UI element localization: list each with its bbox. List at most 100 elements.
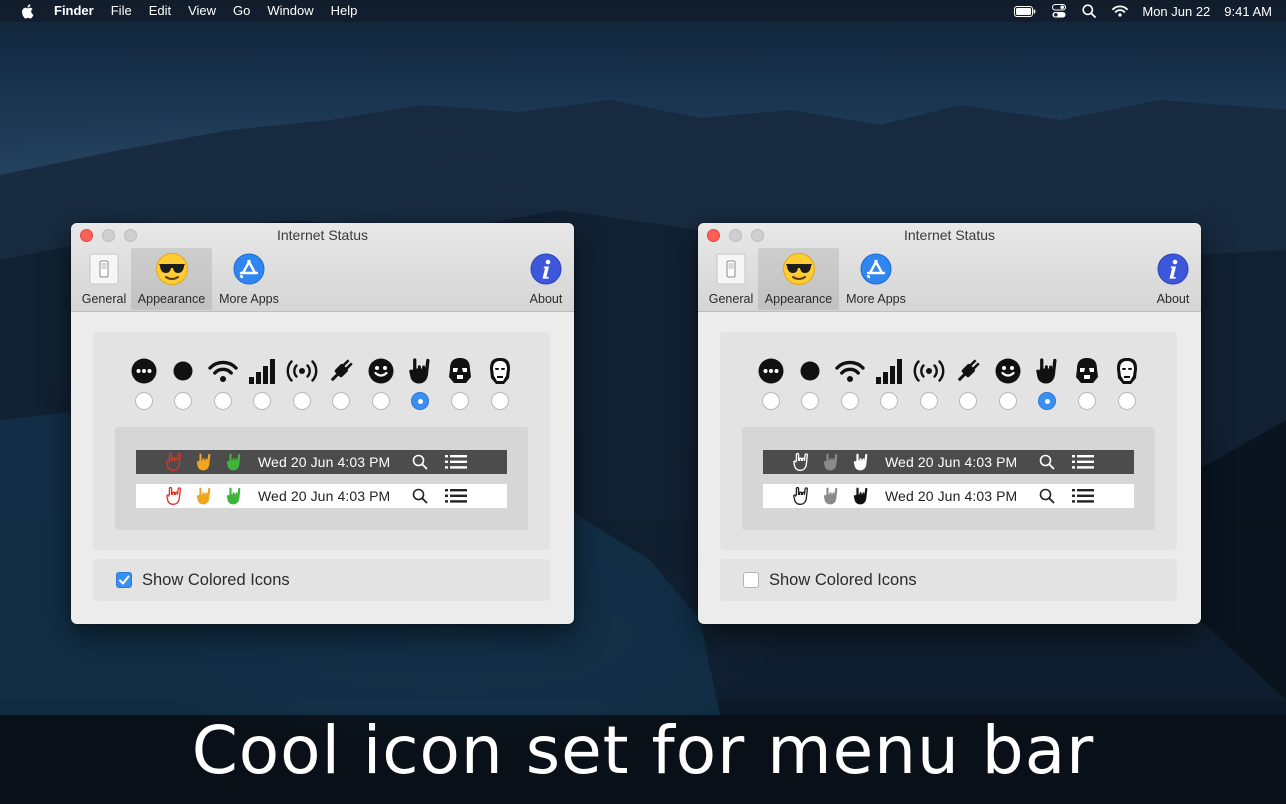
icon-style-panel: Wed 20 Jun 4:03 PM Wed 20 Jun 4:03 PM <box>93 332 550 550</box>
icon-option-smiley[interactable] <box>361 354 401 414</box>
radio-dots-face[interactable] <box>135 392 153 410</box>
menu-edit[interactable]: Edit <box>149 0 171 22</box>
control-center-icon[interactable] <box>1052 4 1067 18</box>
smiley-icon <box>361 356 401 386</box>
tab-more-apps[interactable]: More Apps <box>213 248 285 310</box>
radio-signal-bars[interactable] <box>880 392 898 410</box>
show-colored-icons-row[interactable]: Show Colored Icons <box>720 559 1177 601</box>
menu-go[interactable]: Go <box>233 0 250 22</box>
tab-general[interactable]: General <box>77 248 131 310</box>
icon-style-panel: Wed 20 Jun 4:03 PM Wed 20 Jun 4:03 PM <box>720 332 1177 550</box>
tab-general[interactable]: General <box>704 248 758 310</box>
radio-wifi[interactable] <box>214 392 232 410</box>
info-icon <box>529 252 563 286</box>
show-colored-icons-row[interactable]: Show Colored Icons <box>93 559 550 601</box>
menu-view[interactable]: View <box>188 0 216 22</box>
show-colored-icons-checkbox[interactable] <box>743 572 759 588</box>
radio-iron-man[interactable] <box>1118 392 1136 410</box>
icon-option-rock-hand[interactable] <box>1027 354 1067 414</box>
dot-icon <box>163 356 203 386</box>
icon-option-dot[interactable] <box>163 354 203 414</box>
icon-option-dot[interactable] <box>790 354 830 414</box>
tab-more-apps-label: More Apps <box>219 292 279 306</box>
menu-window[interactable]: Window <box>267 0 313 22</box>
radio-broadcast[interactable] <box>920 392 938 410</box>
menu-help[interactable]: Help <box>331 0 358 22</box>
tab-about[interactable]: About <box>523 248 569 310</box>
battery-icon[interactable] <box>1014 5 1036 17</box>
menubar-date[interactable]: Mon Jun 22 <box>1142 4 1210 19</box>
menubar-time[interactable]: 9:41 AM <box>1224 4 1272 19</box>
icon-option-broadcast[interactable] <box>282 354 322 414</box>
sunglasses-emoji-icon <box>155 252 189 286</box>
window-toolbar: Internet Status General Appearance More … <box>71 223 574 312</box>
gray-hand-icon <box>820 486 841 506</box>
icon-option-plug[interactable] <box>948 354 988 414</box>
tab-about[interactable]: About <box>1150 248 1196 310</box>
radio-stormtrooper[interactable] <box>451 392 469 410</box>
icon-option-dots-face[interactable] <box>751 354 791 414</box>
tab-more-apps-label: More Apps <box>846 292 906 306</box>
light-switch-icon <box>714 252 748 286</box>
show-colored-icons-label: Show Colored Icons <box>142 570 290 589</box>
icon-option-signal-bars[interactable] <box>242 354 282 414</box>
preferences-window-monochrome: Internet Status General Appearance More … <box>698 223 1201 624</box>
signal-bars-icon <box>869 356 909 386</box>
menu-app-name[interactable]: Finder <box>54 0 94 22</box>
icon-option-stormtrooper[interactable] <box>1067 354 1107 414</box>
radio-wifi[interactable] <box>841 392 859 410</box>
icon-option-broadcast[interactable] <box>909 354 949 414</box>
icon-option-iron-man[interactable] <box>1107 354 1147 414</box>
radio-broadcast[interactable] <box>293 392 311 410</box>
icon-option-signal-bars[interactable] <box>869 354 909 414</box>
radio-plug[interactable] <box>959 392 977 410</box>
radio-rock-hand[interactable] <box>1038 392 1056 410</box>
rock-hand-icon <box>400 356 440 386</box>
radio-plug[interactable] <box>332 392 350 410</box>
tab-more-apps[interactable]: More Apps <box>840 248 912 310</box>
tab-appearance[interactable]: Appearance <box>131 248 212 310</box>
preview-light-menubar: Wed 20 Jun 4:03 PM <box>763 484 1134 508</box>
apple-logo-icon[interactable] <box>20 3 36 19</box>
tab-appearance[interactable]: Appearance <box>758 248 839 310</box>
rock-hand-icon <box>1027 356 1067 386</box>
icon-option-wifi[interactable] <box>203 354 243 414</box>
radio-dot[interactable] <box>174 392 192 410</box>
show-colored-icons-checkbox[interactable] <box>116 572 132 588</box>
stormtrooper-icon <box>1067 356 1107 386</box>
icon-option-plug[interactable] <box>321 354 361 414</box>
radio-rock-hand[interactable] <box>411 392 429 410</box>
tab-general-label: General <box>708 292 754 306</box>
radio-dots-face[interactable] <box>762 392 780 410</box>
list-icon <box>1072 489 1095 503</box>
show-colored-icons-label: Show Colored Icons <box>769 570 917 589</box>
radio-dot[interactable] <box>801 392 819 410</box>
menu-bar: Finder File Edit View Go Window Help Mon… <box>0 0 1286 22</box>
icon-option-smiley[interactable] <box>988 354 1028 414</box>
radio-smiley[interactable] <box>372 392 390 410</box>
sunglasses-emoji-icon <box>782 252 816 286</box>
preview-date-time: Wed 20 Jun 4:03 PM <box>258 488 391 504</box>
icon-option-stormtrooper[interactable] <box>440 354 480 414</box>
white-hand-icon <box>850 452 871 472</box>
radio-signal-bars[interactable] <box>253 392 271 410</box>
dot-icon <box>790 356 830 386</box>
radio-stormtrooper[interactable] <box>1078 392 1096 410</box>
icon-option-wifi[interactable] <box>830 354 870 414</box>
wifi-status-icon[interactable] <box>1112 5 1129 17</box>
menu-file[interactable]: File <box>111 0 132 22</box>
radio-smiley[interactable] <box>999 392 1017 410</box>
info-icon <box>1156 252 1190 286</box>
tab-about-label: About <box>1156 292 1190 306</box>
green-hand-icon <box>223 486 244 506</box>
outline-hand-icon <box>790 486 811 506</box>
spotlight-search-icon[interactable] <box>1082 4 1097 18</box>
icon-option-rock-hand[interactable] <box>400 354 440 414</box>
plug-icon <box>321 356 361 386</box>
radio-iron-man[interactable] <box>491 392 509 410</box>
icon-option-dots-face[interactable] <box>124 354 164 414</box>
icon-option-iron-man[interactable] <box>480 354 520 414</box>
window-title: Internet Status <box>276 227 369 243</box>
preferences-window-colored: Internet Status General Appearance More … <box>71 223 574 624</box>
tab-general-label: General <box>81 292 127 306</box>
